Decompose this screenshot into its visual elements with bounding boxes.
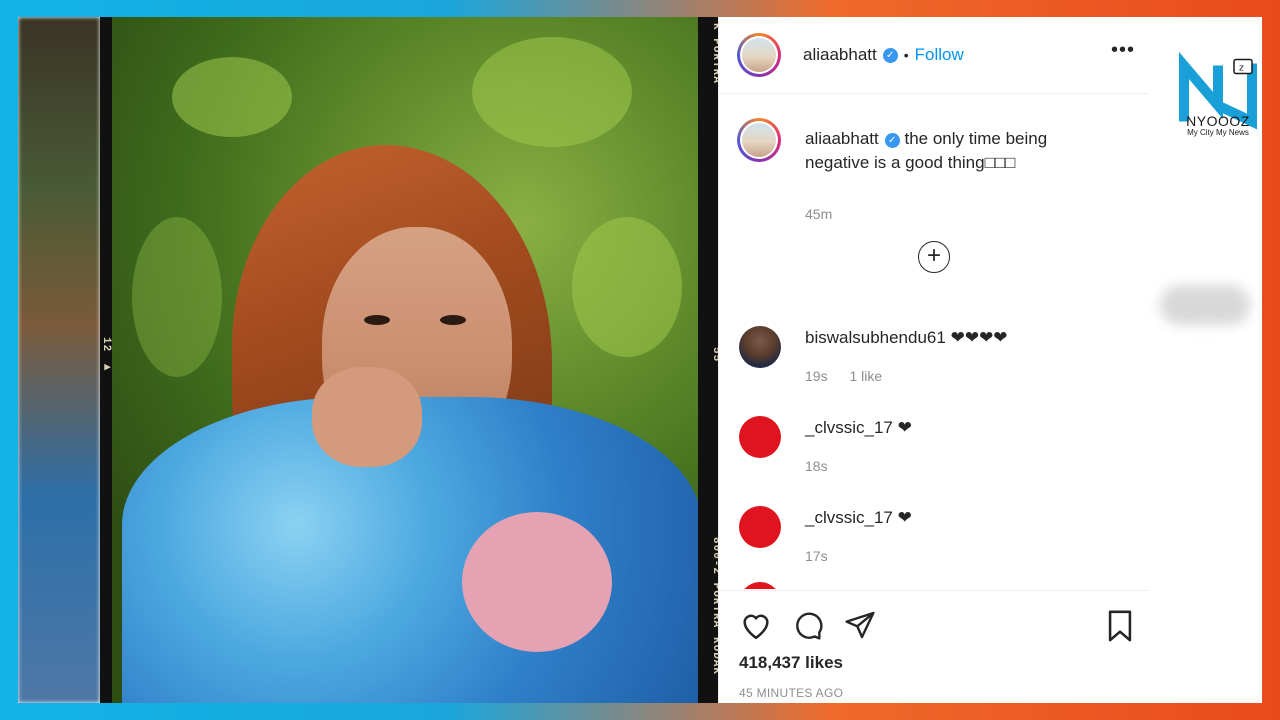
comment-username[interactable]: biswalsubhendu61	[805, 328, 946, 347]
separator-dot: •	[903, 47, 909, 63]
comment-icon[interactable]	[791, 609, 825, 641]
screenshot-frame: K PORTRA 55 800-2 PORTRA KODAK 12 ▶ alia…	[18, 17, 1262, 703]
comment-text: biswalsubhendu61 ❤❤❤❤	[805, 326, 1109, 350]
share-icon[interactable]	[843, 609, 877, 641]
follow-button[interactable]: Follow	[915, 45, 964, 65]
avatar[interactable]	[737, 33, 781, 77]
film-mark-left: 12 ▶	[100, 337, 112, 374]
caption-avatar[interactable]	[737, 118, 781, 162]
post-username[interactable]: aliaabhatt	[803, 45, 877, 65]
verified-icon: ✓	[882, 47, 898, 63]
post-panel: aliaabhatt ✓ • Follow ••• aliaabhatt ✓ th…	[718, 17, 1149, 703]
comment-meta: 17s	[805, 548, 846, 564]
post-timestamp[interactable]: 45 MINUTES AGO	[739, 686, 843, 700]
logo-name: NYOOOZ	[1186, 113, 1250, 129]
hand	[312, 367, 422, 467]
comment-avatar[interactable]	[739, 506, 781, 548]
comment-body: ❤	[897, 508, 912, 527]
comment-username[interactable]: _clvssic_17	[805, 418, 893, 437]
comment-avatar[interactable]	[739, 416, 781, 458]
comment-time[interactable]: 17s	[805, 548, 828, 564]
comment-meta: 18s	[805, 458, 846, 474]
comment-likes[interactable]: 1 like	[849, 368, 882, 384]
photo	[112, 17, 698, 703]
svg-text:z: z	[1239, 64, 1244, 74]
comment-text: _clvssic_17 ❤	[805, 416, 1109, 440]
comment-username[interactable]: _clvssic_17	[805, 508, 893, 527]
blur-smudge	[1160, 285, 1250, 325]
caption-time[interactable]: 45m	[805, 206, 832, 222]
blurred-background-left	[18, 17, 100, 703]
verified-icon: ✓	[884, 133, 900, 148]
comment-avatar-partial[interactable]	[739, 582, 781, 589]
comment-time[interactable]: 19s	[805, 368, 828, 384]
comment-body: ❤❤❤❤	[950, 328, 1008, 347]
heart-icon[interactable]	[739, 609, 773, 641]
comment-text: _clvssic_17 ❤	[805, 506, 1109, 530]
bookmark-icon[interactable]	[1105, 609, 1135, 643]
pink-fabric	[462, 512, 612, 652]
comment-meta: 19s 1 like	[805, 368, 900, 384]
comment-time[interactable]: 18s	[805, 458, 828, 474]
action-bar: 418,437 likes 45 MINUTES AGO	[719, 590, 1149, 703]
caption-username[interactable]: aliaabhatt	[805, 129, 879, 148]
comments-list: aliaabhatt ✓ the only time being negative…	[719, 94, 1149, 589]
caption-text: aliaabhatt ✓ the only time being negative…	[805, 127, 1109, 175]
caption-meta: 45m	[805, 206, 850, 222]
comment-body: ❤	[897, 418, 912, 437]
post-image: K PORTRA 55 800-2 PORTRA KODAK 12 ▶	[100, 17, 722, 703]
comment-avatar[interactable]	[739, 326, 781, 368]
load-more-comments-icon[interactable]: +	[918, 241, 950, 273]
likes-count[interactable]: 418,437 likes	[739, 653, 843, 673]
post-header: aliaabhatt ✓ • Follow •••	[719, 17, 1149, 94]
more-options-icon[interactable]: •••	[1111, 39, 1135, 62]
logo-tagline: My City My News	[1187, 128, 1249, 137]
